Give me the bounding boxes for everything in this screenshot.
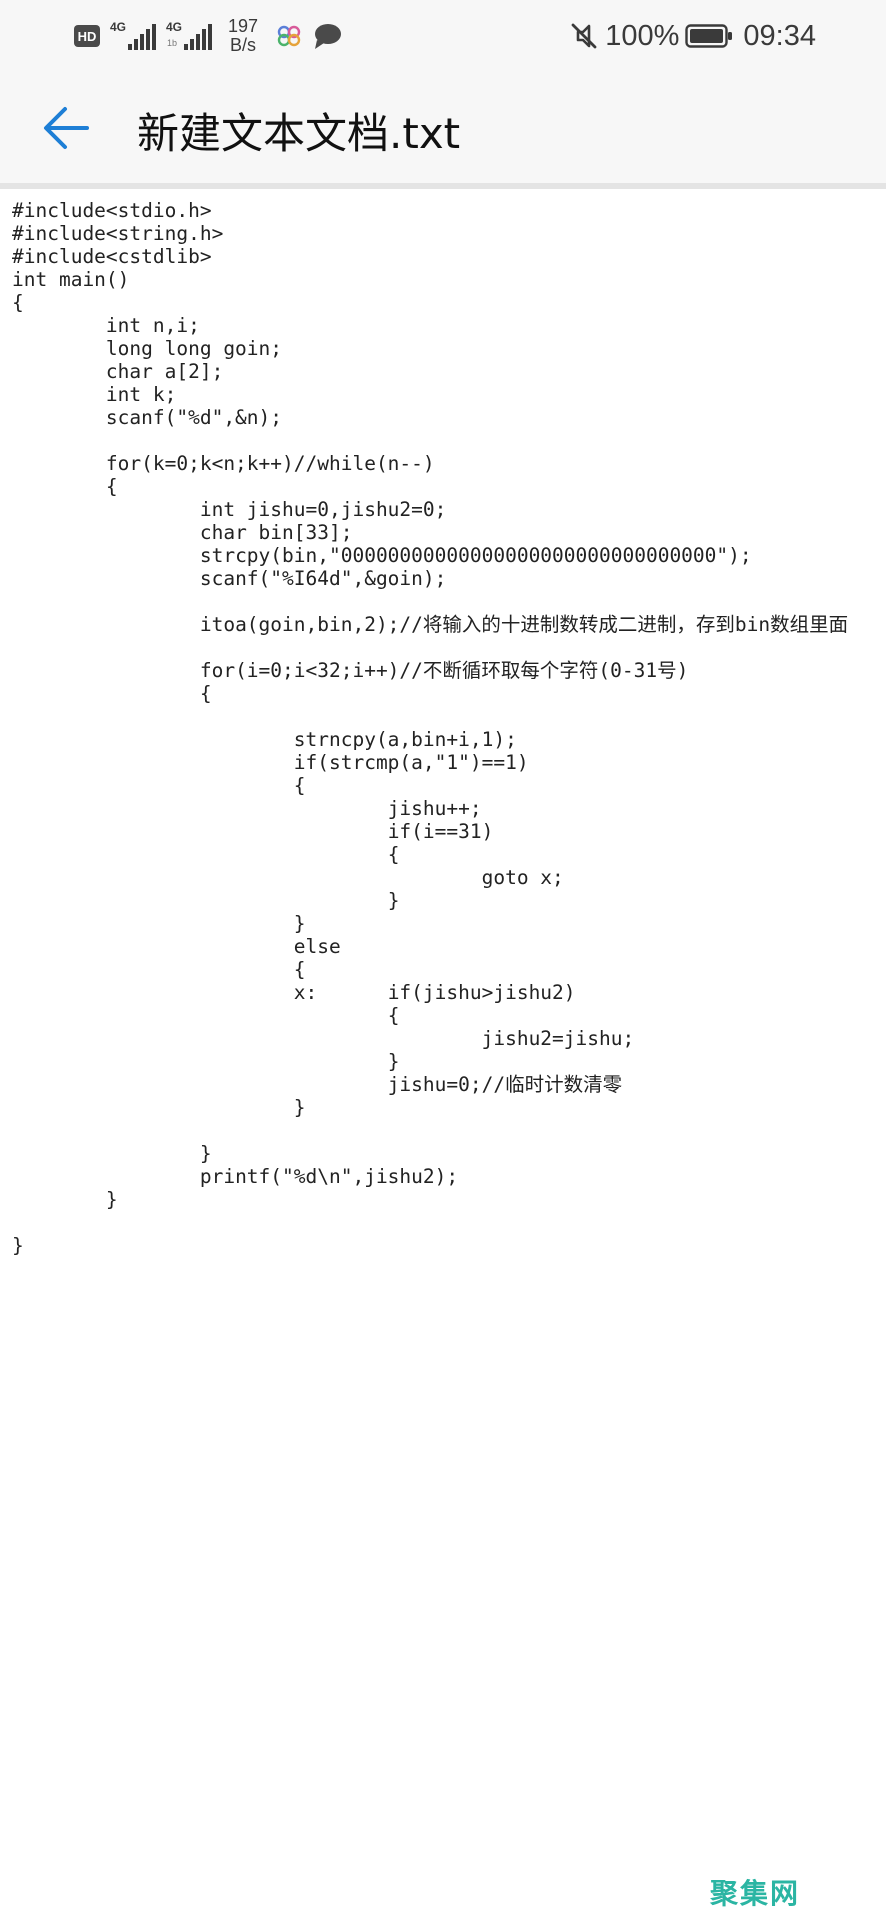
text-line: scanf("%d",&n);	[12, 406, 283, 429]
text-line: {	[12, 958, 306, 981]
signal-icon: 4G 1b	[166, 18, 212, 54]
text-line: strcpy(bin,"0000000000000000000000000000…	[12, 544, 752, 567]
app-notification-icon	[277, 25, 301, 47]
text-line: jishu2=jishu;	[12, 1027, 635, 1050]
divider	[0, 183, 886, 189]
mute-icon	[571, 23, 597, 49]
text-line: goto x;	[12, 866, 564, 889]
text-line: #include<cstdlib>	[12, 245, 212, 268]
signal-bars-icon	[184, 24, 212, 50]
back-button[interactable]	[36, 98, 96, 158]
text-line: #include<stdio.h>	[12, 199, 212, 222]
battery-icon	[685, 24, 733, 48]
text-line: long long goin;	[12, 337, 283, 360]
text-line: #include<string.h>	[12, 222, 224, 245]
network-speed-value: 197	[228, 16, 259, 36]
text-line: {	[12, 774, 306, 797]
page-title: 新建文本文档.txt	[137, 109, 461, 158]
text-line: }	[12, 1188, 118, 1211]
text-line: scanf("%I64d",&goin);	[12, 567, 447, 590]
text-line: int n,i;	[12, 314, 200, 337]
text-line: {	[12, 843, 400, 866]
signal-bars-icon	[128, 24, 156, 50]
signal-sub-label: 1b	[167, 38, 178, 48]
text-line: printf("%d\n",jishu2);	[12, 1165, 459, 1188]
text-line: x: if(jishu>jishu2)	[12, 981, 576, 1004]
app-bar: 新建文本文档.txt	[0, 70, 886, 183]
text-line: {	[12, 682, 212, 705]
text-line: int jishu=0,jishu2=0;	[12, 498, 447, 521]
text-line: {	[12, 475, 118, 498]
text-line: jishu++;	[12, 797, 482, 820]
text-line: for(k=0;k<n;k++)//while(n--)	[12, 452, 435, 475]
hd-icon: HD	[74, 25, 100, 47]
chat-bubble-icon	[315, 24, 342, 49]
text-line: }	[12, 1234, 24, 1257]
text-line: char a[2];	[12, 360, 224, 383]
watermark-logo: 聚集网	[709, 1877, 800, 1910]
status-right-group: 100% 09:34	[569, 14, 816, 58]
battery-percent: 100%	[605, 19, 680, 52]
document-text[interactable]: #include<stdio.h> #include<string.h> #in…	[12, 199, 884, 1257]
network-speed: 197 B/s	[228, 17, 258, 55]
text-line: int main()	[12, 268, 130, 291]
text-line: char bin[33];	[12, 521, 353, 544]
text-line: else	[12, 935, 341, 958]
status-bar: HD 4G 4G 1b 197 B/s 100% 09:34	[0, 0, 886, 70]
status-clock: 09:34	[743, 19, 816, 52]
text-line: int k;	[12, 383, 177, 406]
text-line: }	[12, 1096, 306, 1119]
text-line: {	[12, 1004, 400, 1027]
text-line: strncpy(a,bin+i,1);	[12, 728, 517, 751]
text-line: if(strcmp(a,"1")==1)	[12, 751, 529, 774]
text-line: itoa(goin,bin,2);//将输入的十进制数转成二进制，存到bin数组…	[12, 613, 849, 636]
network-speed-unit: B/s	[230, 35, 257, 55]
status-left-group: HD 4G 4G 1b 197 B/s	[74, 14, 342, 58]
signal-icon: 4G	[110, 18, 156, 54]
text-line: if(i==31)	[12, 820, 494, 843]
arrow-left-icon	[44, 107, 89, 149]
signal-label: 4G	[166, 20, 183, 34]
text-line: }	[12, 889, 400, 912]
signal-label: 4G	[110, 20, 127, 34]
text-line: jishu=0;//临时计数清零	[12, 1073, 623, 1096]
text-line: {	[12, 291, 24, 314]
text-line: }	[12, 1142, 212, 1165]
text-line: }	[12, 912, 306, 935]
text-line: }	[12, 1050, 400, 1073]
text-line: for(i=0;i<32;i++)//不断循环取每个字符(0-31号)	[12, 659, 689, 682]
